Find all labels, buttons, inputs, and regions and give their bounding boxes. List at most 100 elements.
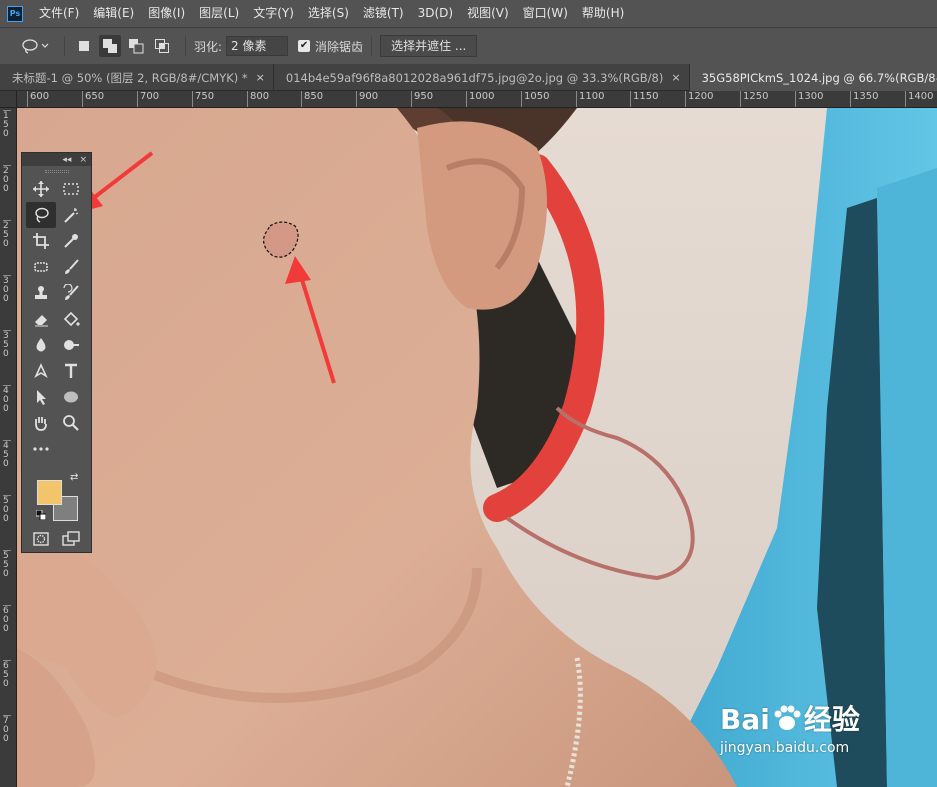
feather-input[interactable]: 2 像素 xyxy=(226,36,289,56)
annotation-arrows xyxy=(73,151,336,384)
ruler-tick: 800 xyxy=(247,91,269,107)
menu-bar: Ps 文件(F) 编辑(E) 图像(I) 图层(L) 文字(Y) 选择(S) 滤… xyxy=(0,0,937,27)
ruler-tick: 550 xyxy=(3,550,11,579)
ruler-tick: 700 xyxy=(3,715,11,744)
arrow-to-selection xyxy=(285,256,336,384)
tab-label: 014b4e59af96f8a8012028a961df75.jpg@2o.jp… xyxy=(285,70,664,85)
type-tool-icon[interactable] xyxy=(56,358,86,384)
document-canvas[interactable] xyxy=(17,108,937,787)
ruler-tick: 150 xyxy=(3,110,11,139)
menu-edit[interactable]: 编辑(E) xyxy=(86,0,141,27)
marquee-tool-icon[interactable] xyxy=(56,176,86,202)
menu-3d[interactable]: 3D(D) xyxy=(411,0,460,27)
document-tab-bar: 未标题-1 @ 50% (图层 2, RGB/8#/CMYK) * × 014b4… xyxy=(0,64,937,91)
healing-brush-tool-icon[interactable] xyxy=(26,254,56,280)
pen-tool-icon[interactable] xyxy=(26,358,56,384)
quick-mask-icon[interactable] xyxy=(26,526,56,552)
menu-select[interactable]: 选择(S) xyxy=(301,0,356,27)
ruler-tick: 450 xyxy=(3,440,11,469)
panel-grip[interactable] xyxy=(22,166,91,176)
menu-file[interactable]: 文件(F) xyxy=(32,0,86,27)
blur-tool-icon[interactable] xyxy=(26,332,56,358)
ruler-tick: 350 xyxy=(3,330,11,359)
more-tools-icon[interactable] xyxy=(26,436,56,462)
swap-colors-icon[interactable]: ⇄ xyxy=(70,472,78,483)
ruler-tick: 200 xyxy=(3,165,11,194)
ruler-tick: 650 xyxy=(82,91,104,107)
ruler-tick: 600 xyxy=(27,91,49,107)
color-swatches: ⇄ xyxy=(22,468,91,524)
close-icon[interactable]: × xyxy=(671,71,680,84)
menu-help[interactable]: 帮助(H) xyxy=(575,0,631,27)
hand-tool-icon[interactable] xyxy=(26,410,56,436)
close-icon[interactable]: × xyxy=(79,155,87,165)
ruler-tick: 1150 xyxy=(630,91,658,107)
ruler-tick: 1200 xyxy=(685,91,713,107)
default-colors-icon[interactable] xyxy=(36,510,46,520)
paint-bucket-tool-icon[interactable] xyxy=(56,306,86,332)
ruler-tick: 600 xyxy=(3,605,11,634)
screen-mode-icon[interactable] xyxy=(56,526,86,552)
zoom-tool-icon[interactable] xyxy=(56,410,86,436)
tab-label: 未标题-1 @ 50% (图层 2, RGB/8#/CMYK) * xyxy=(12,70,248,85)
separator xyxy=(185,36,186,56)
menu-window[interactable]: 窗口(W) xyxy=(516,0,575,27)
subtract-selection-icon[interactable] xyxy=(125,35,147,57)
ruler-tick: 1300 xyxy=(795,91,823,107)
foreground-color-swatch[interactable] xyxy=(37,480,62,505)
vertical-ruler[interactable]: 150 200 250 300 350 400 450 500 550 600 … xyxy=(0,108,17,787)
intersect-selection-icon[interactable] xyxy=(151,35,173,57)
ruler-tick: 1100 xyxy=(576,91,604,107)
ruler-tick: 1050 xyxy=(521,91,549,107)
menu-image[interactable]: 图像(I) xyxy=(141,0,192,27)
ruler-tick: 1250 xyxy=(740,91,768,107)
close-icon[interactable]: × xyxy=(256,71,265,84)
menu-type[interactable]: 文字(Y) xyxy=(246,0,301,27)
brush-tool-icon[interactable] xyxy=(56,254,86,280)
eyedropper-tool-icon[interactable] xyxy=(56,228,86,254)
crop-tool-icon[interactable] xyxy=(26,228,56,254)
tab-document-3[interactable]: 35G58PICkmS_1024.jpg @ 66.7%(RGB/8#)× xyxy=(689,64,937,91)
horizontal-ruler[interactable]: 600 650 700 750 800 850 900 950 1000 105… xyxy=(17,91,937,108)
ruler-corner[interactable] xyxy=(0,91,17,108)
ruler-tick: 300 xyxy=(3,275,11,304)
tools-panel-header[interactable]: ◂◂ × xyxy=(22,153,91,166)
tab-document-1[interactable]: 未标题-1 @ 50% (图层 2, RGB/8#/CMYK) * × xyxy=(0,64,274,91)
ruler-tick: 900 xyxy=(356,91,378,107)
collapse-icon[interactable]: ◂◂ xyxy=(62,155,71,165)
ruler-tick: 650 xyxy=(3,660,11,689)
magic-wand-tool-icon[interactable] xyxy=(56,202,86,228)
options-bar: 羽化: 2 像素 ✔ 消除锯齿 选择并遮住 ... xyxy=(0,27,937,64)
ellipse-tool-icon[interactable] xyxy=(56,384,86,410)
lasso-tool-icon[interactable] xyxy=(26,202,56,228)
menu-view[interactable]: 视图(V) xyxy=(460,0,516,27)
antialias-checkbox[interactable]: ✔ xyxy=(298,40,311,52)
new-selection-icon[interactable] xyxy=(73,35,95,57)
select-and-mask-button[interactable]: 选择并遮住 ... xyxy=(380,35,478,57)
clone-stamp-tool-icon[interactable] xyxy=(26,280,56,306)
menu-filter[interactable]: 滤镜(T) xyxy=(356,0,411,27)
separator xyxy=(64,36,65,56)
history-brush-tool-icon[interactable] xyxy=(56,280,86,306)
tab-document-2[interactable]: 014b4e59af96f8a8012028a961df75.jpg@2o.jp… xyxy=(274,64,690,91)
add-to-selection-icon[interactable] xyxy=(99,35,121,57)
ruler-tick: 1000 xyxy=(466,91,494,107)
separator xyxy=(371,36,373,56)
ruler-tick: 950 xyxy=(411,91,433,107)
ruler-tick: 700 xyxy=(137,91,159,107)
path-selection-tool-icon[interactable] xyxy=(26,384,56,410)
ruler-tick: 750 xyxy=(192,91,214,107)
ruler-tick: 250 xyxy=(3,220,11,249)
ruler-tick: 400 xyxy=(3,385,11,414)
dodge-tool-icon[interactable] xyxy=(56,332,86,358)
menu-layer[interactable]: 图层(L) xyxy=(192,0,246,27)
move-tool-icon[interactable] xyxy=(26,176,56,202)
lasso-preset-icon[interactable] xyxy=(18,35,52,57)
ruler-tick: 500 xyxy=(3,495,11,524)
eraser-tool-icon[interactable] xyxy=(26,306,56,332)
ruler-tick: 850 xyxy=(301,91,323,107)
ruler-tick: 1400 xyxy=(905,91,933,107)
tab-label: 35G58PICkmS_1024.jpg @ 66.7%(RGB/8#) xyxy=(701,70,937,85)
tools-panel: ◂◂ × ⇄ xyxy=(21,152,92,553)
antialias-label: 消除锯齿 xyxy=(315,39,364,54)
